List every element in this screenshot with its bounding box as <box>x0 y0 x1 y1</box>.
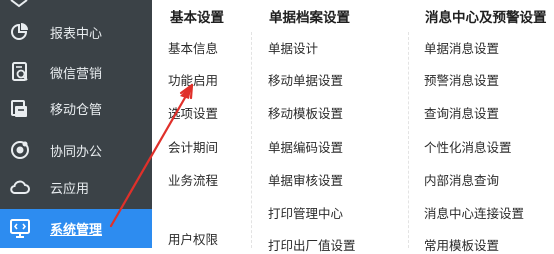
sidebar-item-cloud[interactable]: 云应用 <box>0 172 152 202</box>
column-divider <box>251 32 252 248</box>
menu-item-business-flow[interactable]: 业务流程 <box>168 170 218 189</box>
menu-item-internal-message-query[interactable]: 内部消息查询 <box>424 170 499 189</box>
menu-item-option-settings[interactable]: 选项设置 <box>168 103 218 122</box>
system-monitor-icon <box>9 217 31 239</box>
menu-item-print-factory-settings[interactable]: 打印出厂值设置 <box>268 235 356 254</box>
sidebar-item-label: 协同办公 <box>50 144 103 160</box>
cloud-icon <box>9 176 31 198</box>
sidebar-item-label: 系统管理 <box>50 223 103 238</box>
menu-item-personalized-message-settings[interactable]: 个性化消息设置 <box>424 137 512 156</box>
sidebar-item-wechat[interactable]: 微信营销 <box>0 57 152 87</box>
sidebar-item-system-management[interactable]: 系统管理 <box>0 209 152 248</box>
partial-icon <box>10 0 28 8</box>
sidebar-item-label: 云应用 <box>50 181 90 197</box>
wechat-doc-icon <box>9 61 31 83</box>
menu-item-alert-message-settings[interactable]: 预警消息设置 <box>424 70 499 89</box>
column-title: 基本设置 <box>170 10 224 26</box>
menu-item-print-management[interactable]: 打印管理中心 <box>268 203 343 222</box>
sidebar: 报表中心 微信营销 移动仓管 协同办公 云应用 系统管理 <box>0 0 152 248</box>
menu-item-mobile-template-settings[interactable]: 移动模板设置 <box>268 103 343 122</box>
sidebar-item-label: 报表中心 <box>50 26 103 42</box>
sidebar-item-label: 移动仓管 <box>50 102 103 118</box>
menu-item-user-permissions[interactable]: 用户权限 <box>168 229 218 248</box>
menu-item-mobile-document-settings[interactable]: 移动单据设置 <box>268 70 343 89</box>
sidebar-item-mobile-warehouse[interactable]: 移动仓管 <box>0 93 152 123</box>
collaboration-icon <box>9 139 31 161</box>
menu-item-message-center-connection[interactable]: 消息中心连接设置 <box>424 203 524 222</box>
menu-item-document-code-settings[interactable]: 单据编码设置 <box>268 137 343 156</box>
menu-item-common-template-settings[interactable]: 常用模板设置 <box>424 235 499 254</box>
column-title: 消息中心及预警设置 <box>425 10 547 26</box>
sidebar-item-reports[interactable]: 报表中心 <box>0 17 152 47</box>
column-divider <box>408 32 409 248</box>
menu-item-feature-enable[interactable]: 功能启用 <box>168 70 218 89</box>
menu-item-document-audit-settings[interactable]: 单据审核设置 <box>268 170 343 189</box>
sidebar-item-label: 微信营销 <box>50 66 103 82</box>
sidebar-item-partial[interactable] <box>0 0 152 10</box>
menu-item-accounting-period[interactable]: 会计期间 <box>168 137 218 156</box>
menu-item-basic-info[interactable]: 基本信息 <box>168 38 218 57</box>
menu-item-query-message-settings[interactable]: 查询消息设置 <box>424 103 499 122</box>
pie-chart-icon <box>9 21 31 43</box>
sidebar-item-collaboration[interactable]: 协同办公 <box>0 135 152 165</box>
menu-item-document-message-settings[interactable]: 单据消息设置 <box>424 38 499 57</box>
column-title: 单据档案设置 <box>269 10 350 26</box>
mobile-warehouse-icon <box>9 97 31 119</box>
menu-item-document-design[interactable]: 单据设计 <box>268 38 318 57</box>
